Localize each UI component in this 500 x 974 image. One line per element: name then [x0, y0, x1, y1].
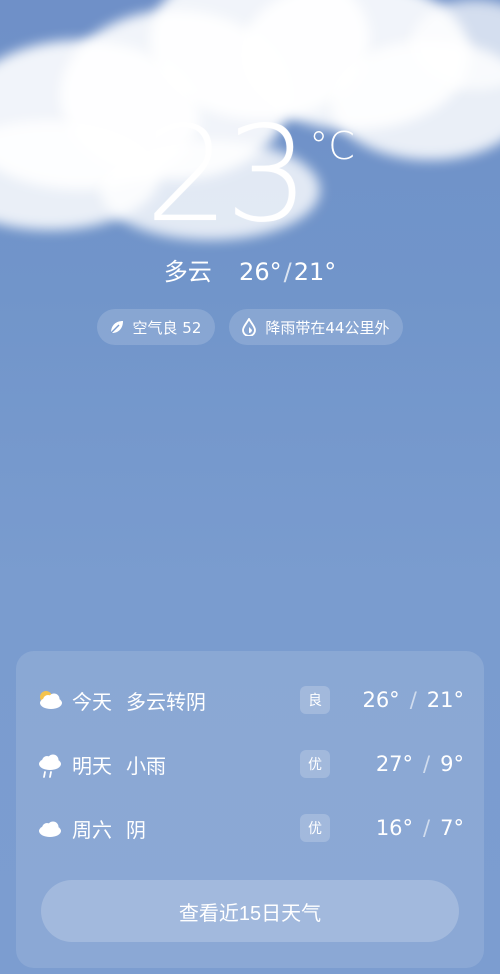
rain-distance-chip[interactable]: 降雨带在44公里外 — [229, 309, 404, 345]
light-rain-icon — [36, 752, 64, 778]
air-quality-badge: 优 — [300, 814, 330, 842]
forecast-day: 今天 — [72, 689, 112, 714]
overcast-icon — [36, 816, 64, 840]
rain-distance-label: 降雨带在44公里外 — [265, 318, 390, 337]
forecast-card: 今天 多云转阴 良 26° / 21° 明天 小雨 优 27° / 9° 周六 … — [16, 651, 484, 968]
forecast-row[interactable]: 今天 多云转阴 良 26° / 21° — [16, 680, 484, 720]
air-quality-chip[interactable]: 空气良 52 — [96, 309, 216, 345]
air-quality-badge: 优 — [300, 750, 330, 778]
temperature-unit: °C — [309, 124, 355, 168]
condition-line: 多云 26°/21° — [0, 252, 500, 287]
forecast-high: 16° — [375, 816, 414, 840]
current-temperature: 23 °C — [0, 98, 500, 252]
view-15-day-forecast-button[interactable]: 查看近15日天气 — [41, 880, 459, 942]
forecast-day: 周六 — [72, 817, 112, 842]
air-quality-label: 空气良 52 — [132, 318, 202, 337]
info-chips: 空气良 52 降雨带在44公里外 — [0, 309, 500, 345]
separator: / — [409, 688, 417, 712]
forecast-day: 明天 — [72, 753, 112, 778]
separator: / — [423, 752, 431, 776]
forecast-description: 阴 — [126, 817, 146, 842]
separator: / — [283, 258, 292, 286]
forecast-temps: 26° / 21° — [362, 688, 464, 712]
forecast-temps: 16° / 7° — [376, 816, 464, 840]
temperature-value: 23 — [145, 98, 309, 252]
separator: / — [423, 816, 431, 840]
forecast-low: 7° — [440, 816, 464, 840]
low-temp: 21° — [293, 258, 337, 286]
high-temp: 26° — [239, 258, 282, 286]
forecast-high: 26° — [362, 688, 400, 712]
forecast-description: 多云转阴 — [126, 689, 206, 714]
forecast-row[interactable]: 明天 小雨 优 27° / 9° — [16, 744, 484, 784]
condition-text: 多云 — [163, 258, 212, 286]
forecast-description: 小雨 — [126, 753, 166, 778]
forecast-row[interactable]: 周六 阴 优 16° / 7° — [16, 808, 484, 848]
air-quality-badge: 良 — [300, 686, 330, 714]
leaf-icon — [107, 317, 127, 337]
cloudy-sun-icon — [36, 688, 64, 712]
raindrop-icon — [239, 317, 259, 337]
forecast-high: 27° — [375, 752, 414, 776]
forecast-temps: 27° / 9° — [376, 752, 464, 776]
forecast-low: 21° — [426, 688, 464, 712]
forecast-low: 9° — [440, 752, 464, 776]
